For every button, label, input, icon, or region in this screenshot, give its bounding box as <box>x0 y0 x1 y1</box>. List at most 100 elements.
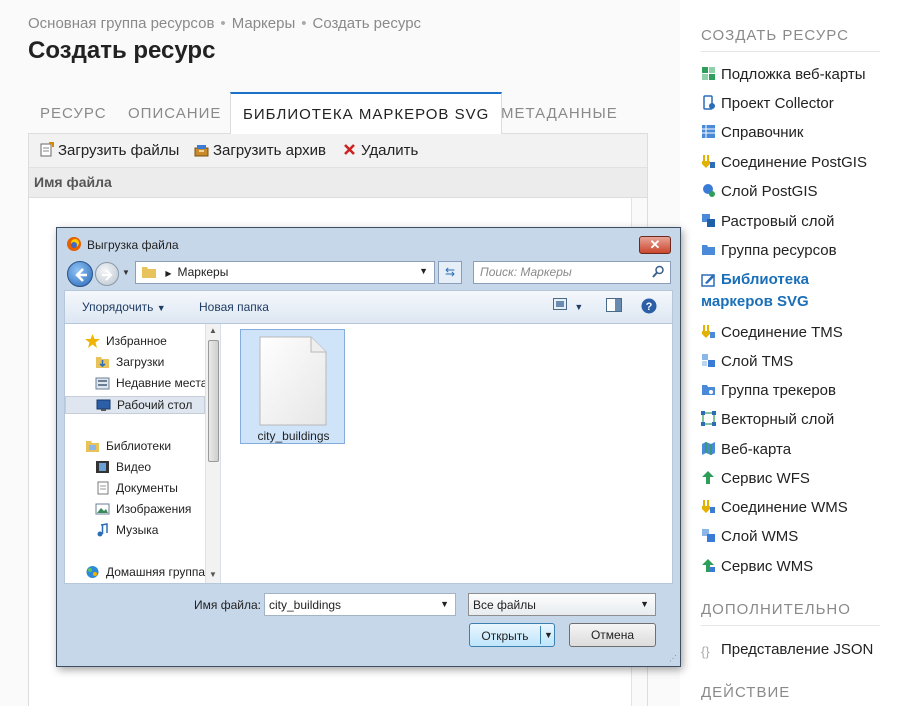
tree-item-desktop[interactable]: Рабочий стол <box>65 396 205 414</box>
sidebar-item-raster-layer[interactable]: Растровый слой <box>701 211 834 233</box>
tab-description[interactable]: Описание <box>116 92 233 134</box>
filename-column-header[interactable]: Имя файла <box>29 168 647 198</box>
sidebar-item-wms-service[interactable]: Сервис WMS <box>701 556 813 578</box>
sidebar-item-label: Сервис WMS <box>721 558 814 575</box>
tree-item-video[interactable]: Видео <box>95 460 151 474</box>
chevron-down-icon: ▼ <box>640 599 649 609</box>
chevron-down-icon[interactable]: ▼ <box>544 630 553 640</box>
sidebar-item-postgis-connection[interactable]: Соединение PostGIS <box>701 152 867 174</box>
postgis-layer-icon <box>703 184 715 197</box>
tree-item-homegroup[interactable]: Домашняя группа <box>85 565 205 579</box>
sidebar-item-wms-connection[interactable]: Соединение WMS <box>701 497 848 519</box>
sidebar-item-json-view[interactable]: {} Представление JSON <box>701 639 873 661</box>
svg-text:?: ? <box>646 301 653 313</box>
breadcrumb-current: Создать ресурс <box>312 15 422 32</box>
sidebar-item-postgis-layer[interactable]: Слой PostGIS <box>701 181 818 203</box>
arrow-left-icon <box>75 268 87 282</box>
search-input[interactable]: Поиск: Маркеры <box>473 261 671 284</box>
close-icon: ✕ <box>649 237 661 252</box>
sidebar-item-tms-layer[interactable]: Слой TMS <box>701 351 793 373</box>
tree-item-libraries[interactable]: Библиотеки <box>85 439 171 453</box>
preview-pane-icon <box>606 298 622 312</box>
file-name: city_buildings <box>257 429 330 443</box>
sidebar-item-label: Соединение TMS <box>721 324 843 341</box>
tree-item-recent-places[interactable]: Недавние места <box>95 376 207 390</box>
organize-menu[interactable]: Упорядочить ▼ <box>82 300 166 314</box>
sidebar-item-webmap[interactable]: Веб-карта <box>701 439 791 461</box>
filename-input[interactable]: city_buildings ▼ <box>264 593 456 616</box>
tree-item-music[interactable]: Музыка <box>95 523 158 537</box>
sidebar-item-wfs-service[interactable]: Сервис WFS <box>701 468 810 490</box>
sidebar-item-vector-layer[interactable]: Векторный слой <box>701 409 834 431</box>
tree-item-downloads[interactable]: Загрузки <box>95 355 164 369</box>
sidebar-item-resource-group[interactable]: Группа ресурсов <box>701 240 837 262</box>
forward-button[interactable] <box>95 262 119 286</box>
collector-icon <box>703 95 715 110</box>
sidebar-item-label: Соединение PostGIS <box>721 154 867 171</box>
sidebar-item-tms-connection[interactable]: Соединение TMS <box>701 322 843 344</box>
tree-item-favorites[interactable]: Избранное <box>85 334 167 348</box>
json-braces-icon: {} <box>701 644 710 659</box>
recent-locations-dropdown[interactable]: ▼ <box>122 268 130 277</box>
chevron-down-icon[interactable]: ▼ <box>419 266 428 276</box>
back-button[interactable] <box>67 261 93 287</box>
tab-metadata[interactable]: Метаданные <box>489 92 630 134</box>
open-label: Открыть <box>481 629 529 643</box>
sidebar-item-collector[interactable]: Проект Collector <box>701 93 834 115</box>
chevron-down-icon[interactable]: ▼ <box>440 599 449 609</box>
tree-item-label: Домашняя группа <box>106 565 206 579</box>
tab-svg-marker-library[interactable]: Библиотека маркеров SVG <box>230 92 503 135</box>
organize-label: Упорядочить <box>82 300 154 314</box>
breadcrumb-separator: • <box>220 15 226 32</box>
preview-pane-button[interactable] <box>606 298 622 315</box>
tab-resource[interactable]: Ресурс <box>28 92 119 134</box>
command-bar: Упорядочить ▼ Новая папка ▼ ? <box>64 290 673 324</box>
basemap-icon <box>702 67 715 80</box>
cancel-button[interactable]: Отмена <box>569 623 656 647</box>
file-type-select[interactable]: Все файлы ▼ <box>468 593 656 616</box>
open-button[interactable]: Открыть ▼ <box>469 623 555 647</box>
desktop-icon <box>96 399 111 411</box>
refresh-button[interactable]: ⇆ <box>438 261 462 284</box>
sidebar-item-basemap[interactable]: Подложка веб-карты <box>701 64 866 86</box>
tree-item-label: Документы <box>116 481 178 495</box>
tree-item-label: Загрузки <box>116 355 165 369</box>
breadcrumb-markers[interactable]: Маркеры <box>232 15 296 32</box>
downloads-icon <box>96 357 109 368</box>
view-options-button[interactable]: ▼ <box>553 298 583 313</box>
help-button[interactable]: ? <box>641 298 657 317</box>
sidebar-item-label: Векторный слой <box>721 411 835 428</box>
resize-grip-icon[interactable]: ⋰ <box>669 654 677 663</box>
upload-files-button[interactable]: Загрузить файлы <box>39 142 179 159</box>
breadcrumb-separator: • <box>301 15 307 32</box>
file-icon <box>259 336 327 426</box>
tree-item-pictures[interactable]: Изображения <box>95 502 191 516</box>
sidebar-item-svg-marker-library[interactable]: Библиотека маркеров SVG <box>701 269 881 313</box>
split-divider <box>540 626 541 644</box>
breadcrumb-arrow-icon: ▶ <box>165 269 172 278</box>
chevron-down-icon: ▼ <box>574 302 584 312</box>
tree-item-documents[interactable]: Документы <box>95 481 178 495</box>
homegroup-icon <box>86 566 99 578</box>
webmap-icon <box>702 442 715 455</box>
breadcrumb-root[interactable]: Основная группа ресурсов <box>28 15 214 32</box>
lookup-table-icon <box>702 125 715 138</box>
file-item-city-buildings[interactable]: city_buildings <box>240 329 345 444</box>
sidebar-item-label: Представление JSON <box>721 641 874 658</box>
sidebar-item-label: Слой PostGIS <box>721 183 818 200</box>
navigation-scrollbar[interactable]: ▲ ▼ <box>205 324 220 583</box>
arrow-right-icon <box>102 269 113 281</box>
sidebar-item-lookup-table[interactable]: Справочник <box>701 122 804 144</box>
refresh-icon: ⇆ <box>444 265 456 279</box>
delete-button[interactable]: Удалить <box>342 142 418 159</box>
dialog-close-button[interactable]: ✕ <box>639 236 671 254</box>
sidebar-item-tracker-group[interactable]: Группа трекеров <box>701 380 836 402</box>
scroll-up-icon[interactable]: ▲ <box>209 326 217 335</box>
sidebar-item-wms-layer[interactable]: Слой WMS <box>701 526 798 548</box>
scroll-thumb[interactable] <box>208 340 219 462</box>
music-icon <box>97 523 108 537</box>
upload-archive-button[interactable]: Загрузить архив <box>194 142 326 159</box>
new-folder-button[interactable]: Новая папка <box>199 300 269 314</box>
scroll-down-icon[interactable]: ▼ <box>209 570 217 579</box>
address-bar[interactable]: ▶ Маркеры ▼ <box>135 261 435 284</box>
